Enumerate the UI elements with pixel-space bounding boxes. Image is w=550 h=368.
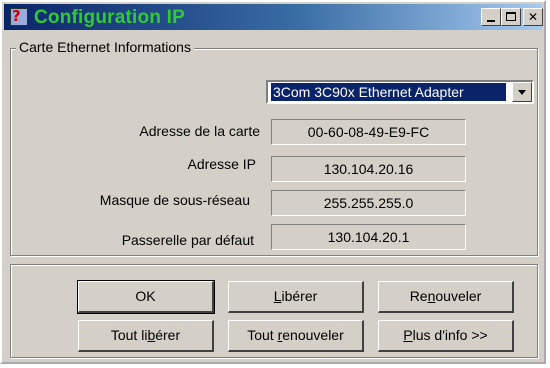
minimize-button[interactable] <box>481 8 501 26</box>
group-legend: Carte Ethernet Informations <box>16 39 194 55</box>
more-info-label-underline: P <box>403 327 413 343</box>
more-info-button[interactable]: Plus d'info >> <box>378 320 514 352</box>
release-all-button[interactable]: Tout libérer <box>78 320 214 352</box>
release-label-post: ibérer <box>281 288 318 304</box>
maximize-button[interactable] <box>501 8 521 26</box>
ok-button[interactable]: OK <box>77 280 215 314</box>
network-app-icon[interactable] <box>10 7 28 26</box>
adapter-selected-value[interactable]: 3Com 3C90x Ethernet Adapter <box>271 83 506 101</box>
renew-button[interactable]: Renouveler <box>378 281 514 313</box>
field-ip-address: 130.104.20.16 <box>271 156 466 182</box>
renew-all-button[interactable]: Tout renouveler <box>228 320 364 352</box>
label-default-gateway: Passerelle par défaut <box>121 232 254 248</box>
label-ip-address: Adresse IP <box>187 156 256 172</box>
release-all-label-pre: Tout li <box>110 327 148 343</box>
more-info-label-post: lus d'info >> <box>412 327 488 343</box>
release-label-underline: L <box>273 288 282 304</box>
renew-label-pre: Re <box>409 288 428 304</box>
dropdown-arrow-icon[interactable] <box>512 82 532 102</box>
renew-all-label-pre: Tout <box>247 327 278 343</box>
field-adapter-address: 00-60-08-49-E9-FC <box>271 119 466 145</box>
release-all-label-post: érer <box>155 327 181 343</box>
label-adapter-address: Adresse de la carte <box>139 123 260 139</box>
label-subnet-mask: Masque de sous-réseau <box>99 192 250 208</box>
release-button[interactable]: Libérer <box>228 281 364 313</box>
renew-all-label-post: enouveler <box>282 327 344 343</box>
field-default-gateway: 130.104.20.1 <box>271 224 466 250</box>
maximize-icon <box>506 12 516 21</box>
window-title: Configuration IP <box>34 7 185 28</box>
field-subnet-mask: 255.255.255.0 <box>271 190 466 216</box>
adapter-select[interactable]: 3Com 3C90x Ethernet Adapter <box>266 80 534 104</box>
close-button[interactable]: ✕ <box>523 8 543 26</box>
renew-label-post: ouveler <box>435 288 482 304</box>
minimize-icon <box>487 20 495 22</box>
title-bar[interactable]: Configuration IP ✕ <box>4 4 543 30</box>
